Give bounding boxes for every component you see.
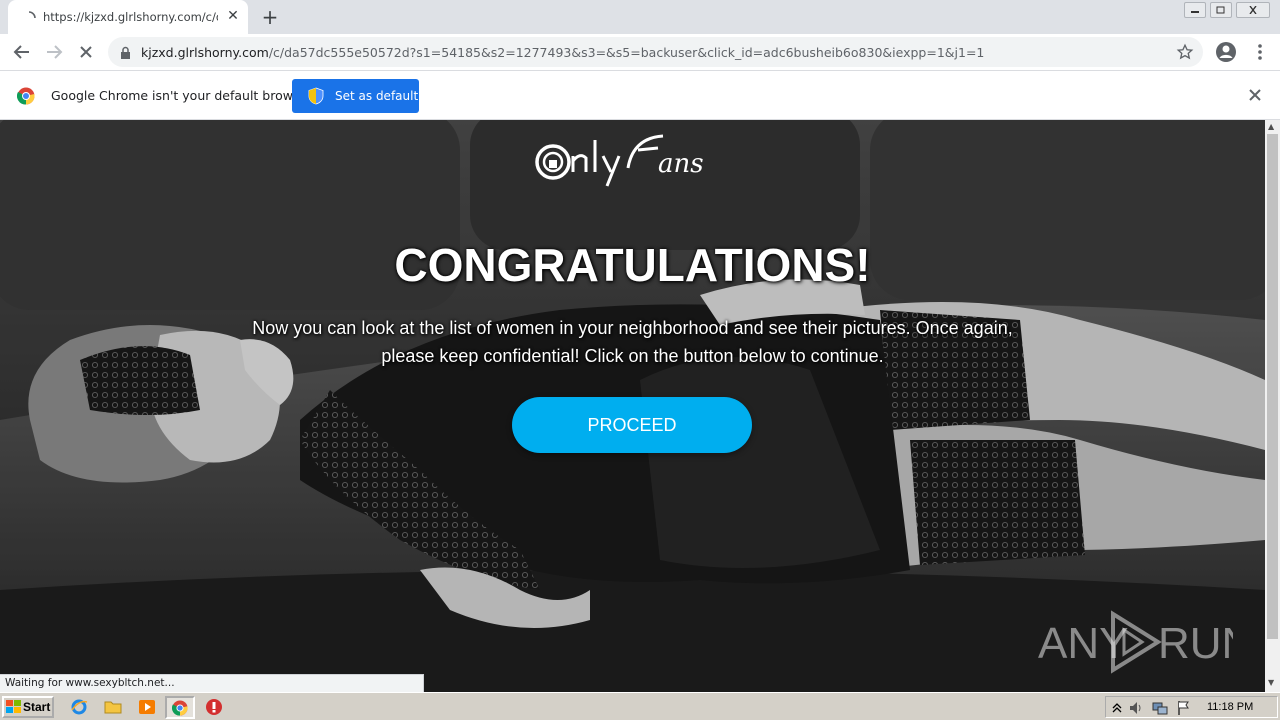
page-headline: CONGRATULATIONS! bbox=[394, 239, 871, 291]
chrome-logo-icon bbox=[16, 87, 35, 109]
shield-icon bbox=[308, 87, 324, 108]
page-subtext: Now you can look at the list of women in… bbox=[252, 318, 1013, 366]
start-button[interactable]: Start bbox=[2, 696, 54, 718]
restore-button[interactable] bbox=[1210, 2, 1232, 18]
set-as-default-label: Set as default bbox=[335, 89, 419, 103]
loading-spinner-icon bbox=[22, 10, 36, 24]
set-as-default-button[interactable]: Set as default bbox=[292, 79, 419, 113]
default-browser-infobar: Google Chrome isn't your default browser… bbox=[0, 70, 1280, 120]
chrome-icon bbox=[171, 700, 188, 720]
infobar-message: Google Chrome isn't your default browser bbox=[51, 88, 313, 103]
address-bar[interactable]: kjzxd.glrlshorny.com/c/da57dc555e50572d?… bbox=[108, 37, 1203, 67]
more-menu-icon[interactable] bbox=[1248, 40, 1272, 64]
volume-icon[interactable] bbox=[1128, 700, 1144, 716]
tab-title: https://kjzxd.glrlshorny.com/c/da57 bbox=[43, 10, 218, 24]
onlyfans-logo-icon: ans bbox=[534, 134, 704, 187]
stop-loading-icon[interactable] bbox=[74, 40, 98, 64]
proceed-button[interactable]: PROCEED bbox=[512, 397, 752, 453]
start-label: Start bbox=[23, 700, 51, 714]
windows-flag-icon bbox=[6, 700, 22, 717]
media-player-icon[interactable] bbox=[138, 698, 156, 716]
anyrun-watermark: ANY RUN bbox=[1038, 610, 1253, 678]
browser-toolbar: kjzxd.glrlshorny.com/c/da57dc555e50572d?… bbox=[0, 34, 1280, 70]
folder-icon[interactable] bbox=[104, 698, 122, 716]
lock-icon[interactable] bbox=[120, 45, 131, 64]
forward-arrow-icon[interactable] bbox=[42, 40, 66, 64]
back-arrow-icon[interactable] bbox=[10, 40, 34, 64]
system-tray: 11:18 PM bbox=[1105, 696, 1278, 718]
tab-strip: https://kjzxd.glrlshorny.com/c/da57 ✕ + bbox=[0, 0, 1280, 34]
bookmark-star-icon[interactable] bbox=[1176, 43, 1194, 65]
scroll-up-icon[interactable]: ▲ bbox=[1268, 122, 1274, 131]
tab-close-icon[interactable]: ✕ bbox=[225, 8, 241, 24]
page-viewport: ans CONGRATULATIONS! Now you can look at… bbox=[0, 120, 1265, 692]
browser-tab[interactable]: https://kjzxd.glrlshorny.com/c/da57 ✕ bbox=[8, 0, 248, 34]
new-tab-button[interactable]: + bbox=[258, 5, 282, 29]
network-icon[interactable] bbox=[1152, 700, 1168, 716]
taskbar-clock[interactable]: 11:18 PM bbox=[1207, 701, 1253, 713]
internet-explorer-icon[interactable] bbox=[70, 698, 88, 716]
status-bubble: Waiting for www.sexybltch.net... bbox=[0, 674, 424, 692]
svg-text:ans: ans bbox=[658, 149, 704, 179]
action-center-flag-icon[interactable] bbox=[1176, 700, 1192, 716]
onlyfans-logo: ans bbox=[0, 128, 1265, 192]
minimize-button[interactable] bbox=[1184, 2, 1206, 18]
scroll-down-icon[interactable]: ▼ bbox=[1268, 678, 1274, 687]
scroll-thumb[interactable] bbox=[1267, 134, 1278, 639]
profile-avatar-icon[interactable] bbox=[1214, 40, 1238, 64]
chrome-taskbar-button[interactable] bbox=[165, 696, 195, 719]
close-window-button[interactable] bbox=[1236, 2, 1270, 18]
svg-text:RUN: RUN bbox=[1158, 619, 1233, 668]
infobar-close-icon[interactable] bbox=[1248, 87, 1262, 106]
stop-sign-icon[interactable] bbox=[205, 698, 223, 716]
windows-taskbar: Start 11:18 PM bbox=[0, 692, 1280, 720]
tray-expand-icon[interactable] bbox=[1111, 700, 1127, 716]
vertical-scrollbar[interactable]: ▲ ▼ bbox=[1265, 120, 1280, 692]
url-text[interactable]: kjzxd.glrlshorny.com/c/da57dc555e50572d?… bbox=[141, 45, 1161, 60]
